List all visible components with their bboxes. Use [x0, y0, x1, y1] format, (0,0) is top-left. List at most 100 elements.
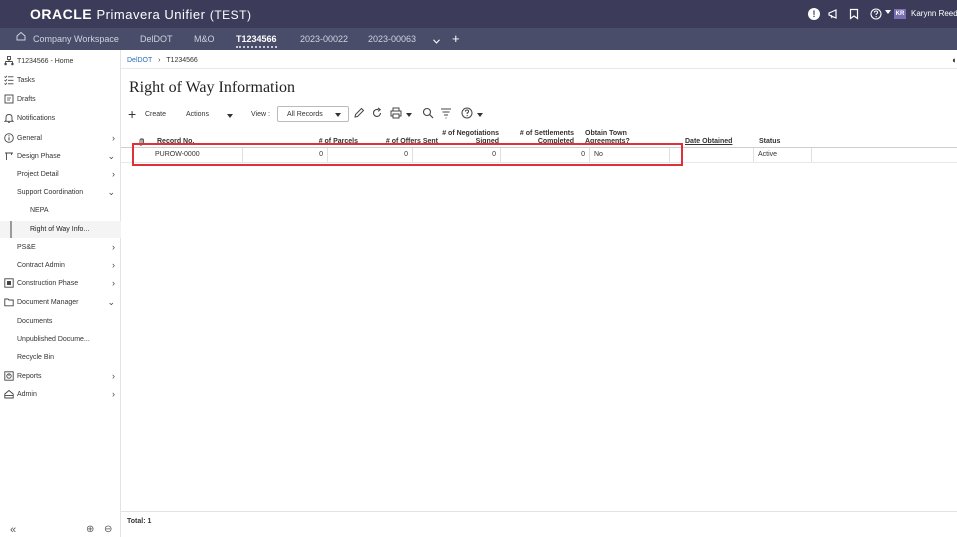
sidebar-item-label: Document Manager [17, 299, 79, 306]
column-header-line: # of Settlements [519, 130, 574, 137]
design-icon [4, 151, 14, 161]
sidebar-item-contract-admin[interactable]: Contract Admin › [0, 257, 121, 274]
sidebar-item-admin[interactable]: Admin › [0, 386, 121, 403]
nav-tab-2023-00063[interactable]: 2023-00063 [368, 34, 416, 44]
sidebar-item-label: Recycle Bin [17, 354, 54, 361]
collapse-sidebar-icon[interactable]: « [10, 524, 16, 536]
nav-tab-2023-00022[interactable]: 2023-00022 [300, 34, 348, 44]
sidebar-item-home[interactable]: T1234566 - Home [0, 53, 121, 70]
sidebar-item-documents[interactable]: Documents [0, 313, 121, 330]
column-header-status[interactable]: Status [759, 138, 780, 146]
sidebar-item-project-detail[interactable]: Project Detail › [0, 166, 121, 183]
plus-icon[interactable]: + [128, 107, 136, 121]
add-tab-button[interactable]: + [452, 31, 460, 46]
construction-icon [4, 278, 14, 288]
highlight-annotation [132, 143, 683, 166]
sidebar-item-label: Project Detail [17, 171, 59, 178]
breadcrumb-separator: › [158, 57, 161, 64]
breadcrumb: DelDOT › T1234566 [127, 57, 198, 64]
chevron-right-icon: › [112, 260, 115, 270]
breadcrumb-current: T1234566 [166, 57, 198, 64]
panel-toggle-icon[interactable]: ◖ [951, 55, 956, 65]
app-logo: ORACLE Primavera Unifier (TEST) [30, 6, 252, 22]
sidebar-item-label: NEPA [30, 207, 49, 214]
view-select[interactable]: All Records [277, 106, 349, 122]
collapse-all-icon[interactable]: ⊖ [104, 524, 112, 535]
nav-tab-mo[interactable]: M&O [194, 34, 215, 44]
help-icon[interactable] [461, 107, 473, 119]
chevron-down-icon [335, 113, 341, 117]
create-button[interactable]: Create [145, 111, 166, 118]
sidebar-item-label: PS&E [17, 244, 36, 251]
sidebar-item-notifications[interactable]: Notifications [0, 110, 121, 127]
sidebar-item-document-manager[interactable]: Document Manager ⌄ [0, 294, 121, 311]
home-icon[interactable] [16, 31, 26, 41]
chevron-down-icon: ⌄ [107, 297, 115, 307]
sidebar-item-label: Tasks [17, 77, 35, 84]
sidebar-item-pse[interactable]: PS&E › [0, 239, 121, 256]
column-header-line: # of Negotiations [442, 130, 499, 137]
sidebar-item-support-coordination[interactable]: Support Coordination ⌄ [0, 184, 121, 201]
log-toolbar: + Create Actions View : All Records [121, 106, 957, 126]
sidebar-item-unpublished-documents[interactable]: Unpublished Docume... [0, 331, 121, 348]
edit-icon[interactable] [353, 107, 365, 119]
info-icon [4, 133, 14, 143]
chevron-down-icon[interactable] [885, 10, 891, 14]
nav-tab-company-workspace[interactable]: Company Workspace [33, 34, 119, 44]
filter-icon[interactable] [440, 107, 452, 119]
product-name: Primavera Unifier [96, 7, 206, 22]
sidebar-item-nepa[interactable]: NEPA [0, 202, 121, 219]
project-nav-bar: Company Workspace DelDOT M&O T1234566 20… [0, 28, 957, 50]
chevron-down-icon[interactable] [477, 113, 483, 117]
actions-menu-button[interactable]: Actions [186, 111, 209, 118]
sidebar-item-general[interactable]: General › [0, 130, 121, 147]
record-count: Total: 1 [127, 518, 152, 525]
print-icon[interactable] [390, 107, 402, 119]
chevron-right-icon: › [112, 371, 115, 381]
sidebar-item-label: T1234566 - Home [17, 58, 74, 65]
sidebar-item-recycle-bin[interactable]: Recycle Bin [0, 349, 121, 366]
nav-tab-t1234566[interactable]: T1234566 [236, 34, 277, 48]
refresh-icon[interactable] [371, 107, 383, 119]
sidebar-item-construction-phase[interactable]: Construction Phase › [0, 275, 121, 292]
chevron-right-icon: › [112, 169, 115, 179]
avatar[interactable]: KR [894, 9, 906, 19]
alert-icon[interactable]: ! [808, 8, 820, 20]
sidebar-item-reports[interactable]: Reports › [0, 368, 121, 385]
chevron-down-icon[interactable] [406, 113, 412, 117]
divider [121, 68, 957, 69]
search-icon[interactable] [422, 107, 434, 119]
sidebar-item-drafts[interactable]: Drafts [0, 91, 121, 108]
bell-icon [3, 113, 15, 123]
user-name[interactable]: Karynn Reed [911, 9, 957, 18]
page-title: Right of Way Information [129, 79, 295, 96]
sidebar-item-label: Construction Phase [17, 280, 79, 287]
view-label: View : [251, 111, 270, 118]
folder-icon [4, 297, 14, 307]
sidebar-item-right-of-way[interactable]: Right of Way Info... [0, 221, 121, 238]
bookmark-icon[interactable] [848, 8, 860, 20]
cell-status: Active [754, 148, 812, 162]
sidebar-item-label: Unpublished Docume... [17, 336, 90, 343]
sidebar-item-label: Support Coordination [17, 189, 84, 196]
help-menu-icon[interactable] [870, 8, 882, 20]
reports-icon [4, 371, 14, 381]
announcement-icon[interactable] [828, 8, 840, 20]
chevron-down-icon[interactable] [433, 36, 440, 44]
records-table: Record No. # of Parcels # of Offers Sent… [121, 130, 957, 512]
tasks-icon [4, 75, 14, 86]
nav-tab-deldot[interactable]: DelDOT [140, 34, 173, 44]
expand-all-icon[interactable]: ⊕ [86, 524, 94, 535]
admin-icon [4, 389, 14, 399]
breadcrumb-link-deldot[interactable]: DelDOT [127, 57, 152, 64]
chevron-right-icon: › [112, 278, 115, 288]
sidebar-item-design-phase[interactable]: Design Phase ⌄ [0, 148, 121, 165]
column-header-date-obtained[interactable]: Date Obtained [685, 138, 732, 146]
drafts-icon [4, 94, 14, 104]
environment-label: (TEST) [209, 8, 252, 22]
sidebar-item-tasks[interactable]: Tasks [0, 72, 121, 89]
sidebar: T1234566 - Home Tasks Drafts Notificatio… [0, 50, 121, 537]
sidebar-item-label: Notifications [17, 115, 56, 122]
chevron-down-icon[interactable] [227, 114, 233, 118]
sidebar-item-label: Admin [17, 391, 37, 398]
